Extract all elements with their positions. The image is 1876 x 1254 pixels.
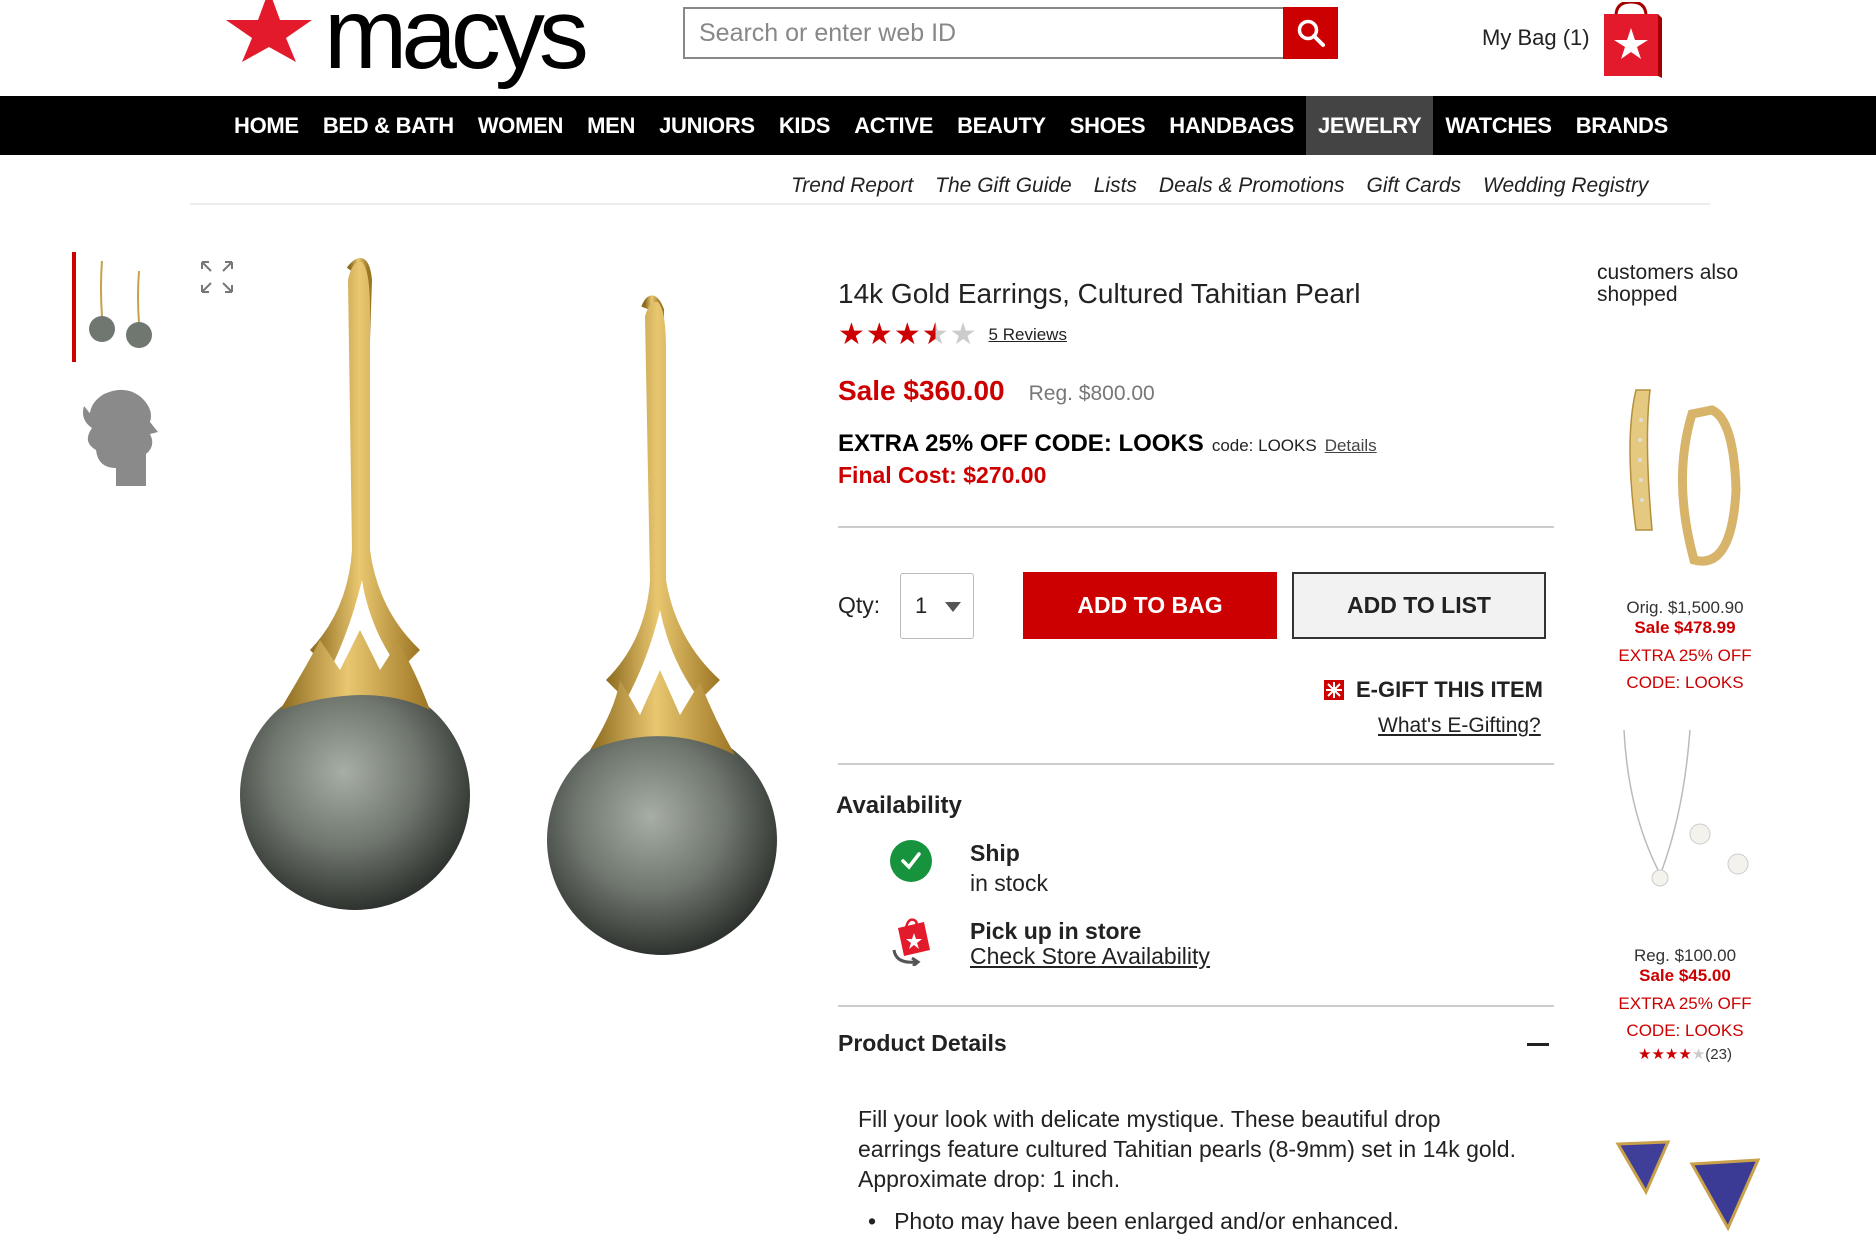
product-description: Fill your look with delicate mystique. T…	[858, 1106, 1516, 1192]
star-icon: ★	[865, 318, 893, 351]
ship-status: in stock	[970, 870, 1048, 896]
rec-extra-off: EXTRA 25% OFF	[1618, 646, 1752, 665]
nav-item-juniors[interactable]: JUNIORS	[647, 96, 767, 155]
nav-item-brands[interactable]: BRANDS	[1564, 96, 1680, 155]
divider	[838, 526, 1554, 528]
star-icon: ★★★★	[1638, 1046, 1692, 1063]
subnav-gift-guide[interactable]: The Gift Guide	[924, 174, 1083, 198]
egift-item[interactable]: E-GIFT THIS ITEM	[1322, 677, 1543, 703]
thumbnail-model[interactable]	[74, 376, 174, 486]
promo-details-link[interactable]: Details	[1325, 436, 1377, 456]
search-bar	[683, 7, 1338, 59]
product-main-image[interactable]	[220, 250, 800, 990]
search-input[interactable]	[683, 7, 1283, 59]
rec-code: CODE: LOOKS	[1626, 1021, 1744, 1040]
nav-item-active[interactable]: ACTIVE	[842, 96, 945, 155]
regular-price: Reg. $800.00	[1028, 382, 1155, 405]
rec-reg-price: Reg. $100.00	[1633, 946, 1737, 965]
nav-item-beauty[interactable]: BEAUTY	[945, 96, 1058, 155]
what-is-egifting-link[interactable]: What's E-Gifting?	[1378, 714, 1541, 738]
pearl-necklace-set-image[interactable]	[1618, 730, 1752, 910]
collapse-icon[interactable]	[1527, 1043, 1549, 1046]
ship-title: Ship	[970, 840, 1020, 866]
main-nav: HOME BED & BATH WOMEN MEN JUNIORS KIDS A…	[0, 96, 1876, 155]
recommendation-pearl-set[interactable]: Reg. $100.00 Sale $45.00 EXTRA 25% OFF C…	[1595, 946, 1775, 1063]
promo-code: code: LOOKS	[1211, 436, 1317, 455]
empty-star-icon: ★	[1691, 1046, 1706, 1063]
rating-stars: ★ ★ ★ ★ ★	[838, 320, 977, 350]
chevron-down-icon	[945, 602, 961, 612]
rec-orig-price: Orig. $1,500.90	[1626, 598, 1744, 617]
rec-extra-off: EXTRA 25% OFF	[1618, 994, 1752, 1013]
logo-wordmark: macys	[324, 0, 589, 90]
star-icon: ★	[838, 318, 865, 351]
product-rating[interactable]: ★ ★ ★ ★ ★ 5 Reviews	[838, 320, 1067, 350]
product-title: 14k Gold Earrings, Cultured Tahitian Pea…	[838, 278, 1361, 309]
nav-item-women[interactable]: WOMEN	[466, 96, 575, 155]
gift-icon	[1324, 680, 1344, 700]
pickup-title: Pick up in store	[970, 918, 1142, 944]
half-star-icon: ★	[921, 318, 949, 351]
rec-sale-price: Sale $45.00	[1639, 966, 1731, 985]
earrings-thumbnail-image	[89, 260, 152, 348]
rec-code: CODE: LOOKS	[1626, 673, 1744, 692]
customers-also-shopped-heading: customers also shopped	[1597, 261, 1739, 306]
product-page: macys My Bag (1) HOME BED & BATH WOMEN M…	[0, 0, 1876, 1254]
divider	[838, 1005, 1554, 1007]
sub-nav: Trend Report The Gift Guide Lists Deals …	[780, 166, 1659, 206]
subnav-deals[interactable]: Deals & Promotions	[1148, 174, 1356, 198]
empty-star-icon: ★	[949, 318, 977, 351]
search-button[interactable]	[1283, 7, 1338, 59]
promo-headline: EXTRA 25% OFF CODE: LOOKS	[838, 430, 1204, 457]
subnav-trend-report[interactable]: Trend Report	[780, 174, 924, 198]
availability-heading: Availability	[836, 792, 962, 819]
add-to-list-button[interactable]: ADD TO LIST	[1292, 572, 1546, 639]
store-pickup-icon	[892, 918, 930, 966]
model-silhouette-image	[83, 389, 158, 486]
price-row: Sale $360.00 Reg. $800.00	[838, 375, 1155, 407]
checkmark-icon	[890, 840, 932, 882]
sale-price: Sale $360.00	[838, 375, 1005, 406]
tanzanite-earrings-image[interactable]	[1612, 1134, 1762, 1234]
hoop-earrings-image[interactable]	[1622, 380, 1744, 568]
nav-item-jewelry[interactable]: JEWELRY	[1305, 96, 1434, 155]
reviews-link[interactable]: 5 Reviews	[989, 325, 1067, 345]
nav-item-kids[interactable]: KIDS	[767, 96, 842, 155]
egift-label: E-GIFT THIS ITEM	[1356, 677, 1543, 702]
subnav-wedding-registry[interactable]: Wedding Registry	[1472, 174, 1659, 198]
nav-item-bed-bath[interactable]: BED & BATH	[311, 96, 466, 155]
rec-rating: ★★★★★(23)	[1595, 1045, 1775, 1063]
nav-item-handbags[interactable]: HANDBAGS	[1157, 96, 1306, 155]
star-logo-icon	[226, 0, 312, 62]
final-cost: Final Cost: $270.00	[838, 462, 1047, 488]
qty-label: Qty:	[838, 592, 881, 618]
nav-item-watches[interactable]: WATCHES	[1433, 96, 1563, 155]
qty-select[interactable]: 1	[900, 573, 974, 639]
bag-label: My Bag (1)	[1482, 25, 1590, 50]
promo-row: EXTRA 25% OFF CODE: LOOKS code: LOOKS De…	[838, 430, 1377, 458]
qty-value: 1	[915, 593, 928, 618]
nav-item-home[interactable]: HOME	[222, 96, 311, 155]
subnav-lists[interactable]: Lists	[1083, 174, 1148, 198]
rec-sale-price: Sale $478.99	[1634, 618, 1736, 637]
header-divider	[190, 203, 1710, 205]
search-icon	[1297, 19, 1325, 47]
divider	[838, 763, 1554, 765]
rec-rating-count: (23)	[1705, 1046, 1732, 1063]
product-details-heading[interactable]: Product Details	[838, 1030, 1007, 1057]
nav-item-men[interactable]: MEN	[575, 96, 647, 155]
macys-logo[interactable]: macys	[224, 0, 589, 86]
add-to-bag-button[interactable]: ADD TO BAG	[1023, 572, 1277, 639]
my-bag[interactable]: My Bag (1)	[1482, 0, 1662, 80]
star-icon: ★	[893, 318, 921, 351]
subnav-gift-cards[interactable]: Gift Cards	[1356, 174, 1473, 198]
recommendation-hoops[interactable]: Orig. $1,500.90 Sale $478.99 EXTRA 25% O…	[1595, 598, 1775, 693]
bullet-text: Photo may have been enlarged and/or enha…	[894, 1208, 1400, 1234]
nav-item-shoes[interactable]: SHOES	[1058, 96, 1158, 155]
check-store-availability-link[interactable]: Check Store Availability	[970, 943, 1210, 970]
thumbnail-earrings[interactable]	[72, 252, 172, 362]
bullet-dot: •	[868, 1208, 877, 1234]
shopping-bag-icon	[1603, 2, 1662, 78]
detail-bullet: • Photo may have been enlarged and/or en…	[868, 1208, 1399, 1235]
